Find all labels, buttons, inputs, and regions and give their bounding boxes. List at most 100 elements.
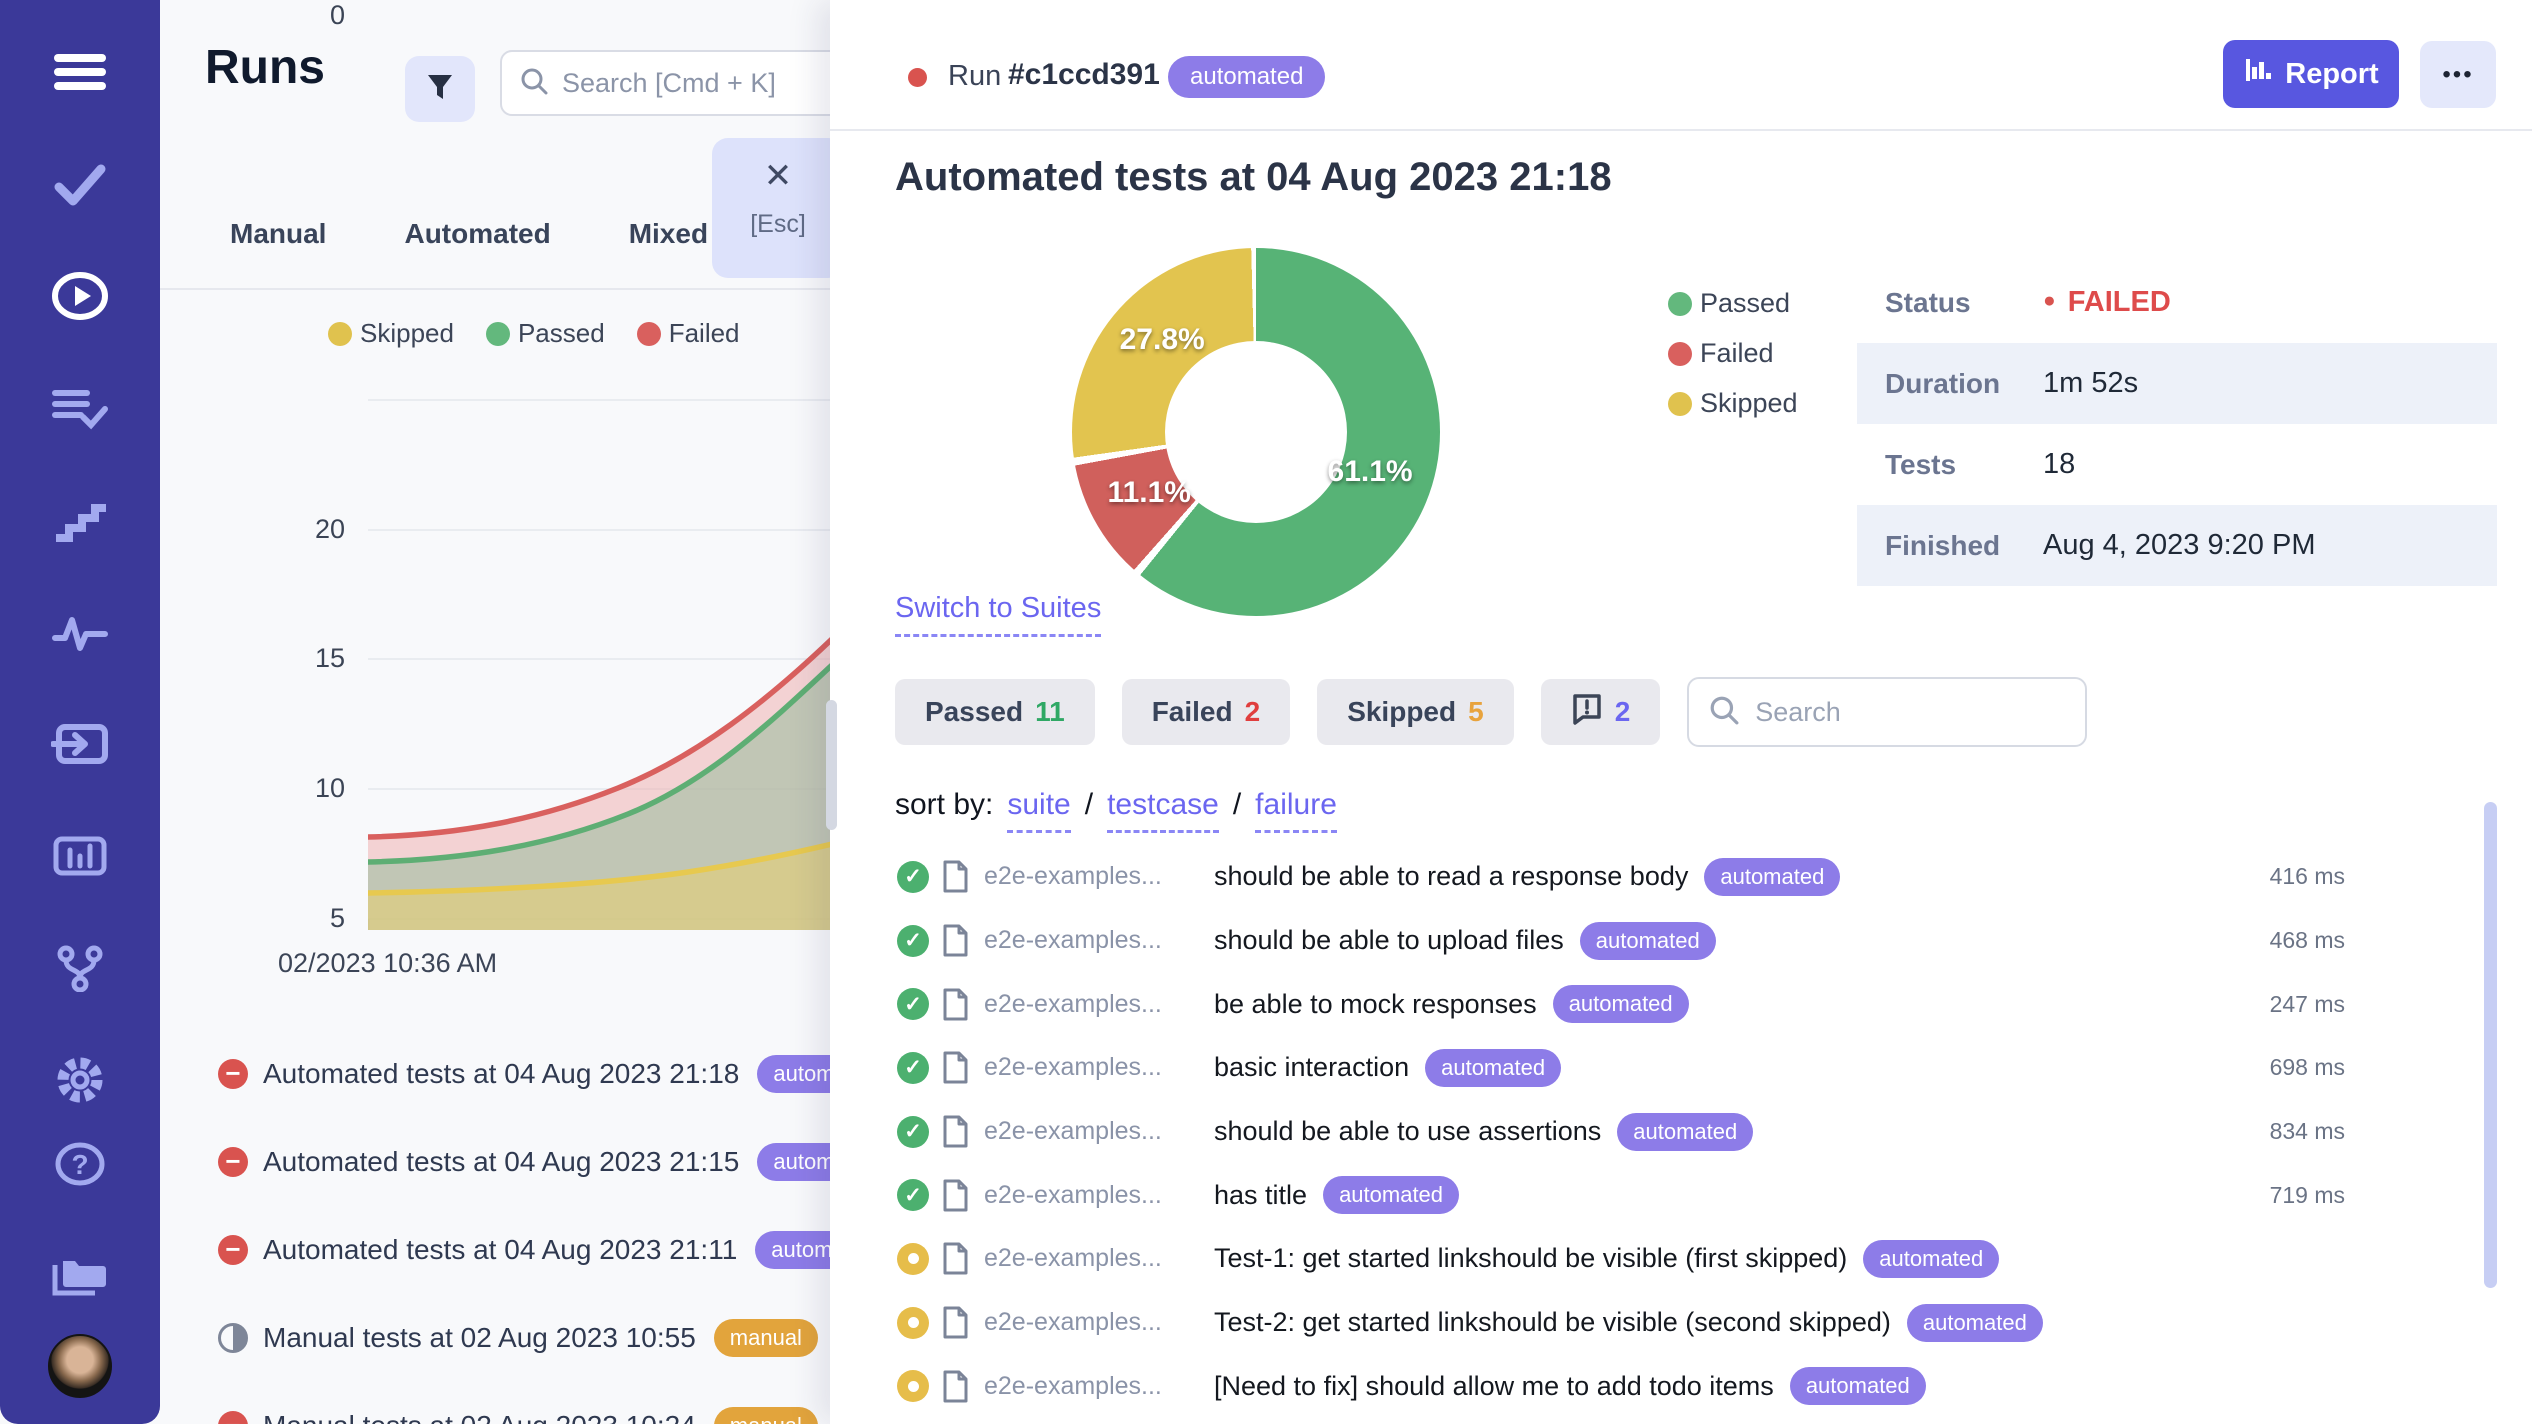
play-circle-icon[interactable]	[48, 264, 112, 328]
test-case-name: should be able to read a response body	[1214, 861, 1688, 892]
stat-label: Status	[1885, 287, 2043, 319]
switch-to-suites-link[interactable]: Switch to Suites	[895, 592, 1101, 637]
steps-icon[interactable]	[48, 488, 112, 552]
test-case-row[interactable]: e2e-examples... basic interaction automa…	[880, 1036, 2345, 1100]
file-icon	[942, 1370, 969, 1403]
runs-panel-scrollbar[interactable]	[826, 700, 837, 830]
user-avatar[interactable]	[48, 1334, 112, 1398]
test-type-badge: automated	[1704, 858, 1840, 896]
stat-row: Tests 18	[1857, 424, 2497, 505]
legend-item: Failed	[637, 318, 740, 349]
run-list-item[interactable]: Manual tests at 02 Aug 2023 10:24 manual	[160, 1382, 850, 1424]
run-type-badge: manual	[714, 1407, 818, 1424]
test-case-row[interactable]: e2e-examples... should be able to upload…	[880, 909, 2345, 973]
activity-icon[interactable]	[48, 600, 112, 664]
run-list-item[interactable]: Automated tests at 04 Aug 2023 21:18 aut…	[160, 1030, 850, 1118]
detail-scrollbar[interactable]	[2484, 802, 2497, 1288]
test-suite-name: e2e-examples...	[984, 1181, 1196, 1210]
report-chart-icon	[2243, 55, 2273, 93]
test-suite-name: e2e-examples...	[984, 1308, 1196, 1337]
legend-item: Passed	[1668, 288, 1798, 319]
test-type-badge: automated	[1907, 1304, 2043, 1342]
test-suite-name: e2e-examples...	[984, 990, 1196, 1019]
y-tick: 20	[285, 514, 345, 545]
sort-by-suite-link[interactable]: suite	[1007, 788, 1070, 833]
test-case-row[interactable]: e2e-examples... Test-2: get started link…	[880, 1291, 2345, 1355]
runs-search-input[interactable]	[562, 68, 850, 99]
run-status-icon	[218, 1059, 248, 1089]
run-detail-panel: Run #c1ccd391 automated Report ••• Autom…	[830, 0, 2532, 1424]
legend-dot	[1668, 342, 1692, 366]
file-icon	[942, 1115, 969, 1148]
test-case-row[interactable]: e2e-examples... has title automated 719 …	[880, 1163, 2345, 1227]
sidebar-nav: ?	[0, 0, 160, 1424]
tests-search-input[interactable]	[1755, 697, 2065, 728]
test-duration: 834 ms	[2270, 1118, 2345, 1145]
report-button[interactable]: Report	[2223, 40, 2399, 108]
test-case-row[interactable]: e2e-examples... be able to mock response…	[880, 972, 2345, 1036]
run-id: #c1ccd391	[1008, 58, 1160, 92]
test-type-badge: automated	[1323, 1176, 1459, 1214]
donut-passed-pct: 61.1%	[1328, 455, 1413, 489]
file-icon	[942, 1051, 969, 1084]
run-list-item[interactable]: Manual tests at 02 Aug 2023 10:55 manual	[160, 1294, 850, 1382]
git-branch-icon[interactable]	[48, 936, 112, 1000]
runs-tab[interactable]: Mixed	[629, 218, 708, 250]
status-filter-button[interactable]: Skipped 5	[1317, 679, 1514, 745]
test-case-row[interactable]: e2e-examples... should be able to use as…	[880, 1100, 2345, 1164]
test-filter-row: Passed 11 Failed 2 Skipped 5	[895, 677, 2087, 747]
stat-label: Duration	[1885, 368, 2043, 400]
legend-item: Passed	[486, 318, 605, 349]
menu-icon[interactable]	[48, 40, 112, 104]
run-title: Automated tests at 04 Aug 2023 21:15	[263, 1146, 739, 1178]
stat-value: 1m 52s	[2043, 367, 2138, 400]
y-tick: 5	[285, 903, 345, 934]
filter-button[interactable]	[405, 56, 475, 122]
status-filter-button[interactable]: Passed 11	[895, 679, 1095, 745]
status-filter-button[interactable]: Failed 2	[1122, 679, 1291, 745]
run-list-item[interactable]: Automated tests at 04 Aug 2023 21:15 aut…	[160, 1118, 850, 1206]
stat-label: Finished	[1885, 530, 2043, 562]
test-case-row[interactable]: e2e-examples... [Need to fix] should all…	[880, 1355, 2345, 1419]
sort-by-label: sort by:	[895, 788, 993, 822]
y-tick: 15	[285, 643, 345, 674]
run-status-icon	[218, 1235, 248, 1265]
close-search-popup[interactable]: ✕ [Esc]	[712, 138, 844, 278]
test-suite-name: e2e-examples...	[984, 1244, 1196, 1273]
check-icon[interactable]	[48, 152, 112, 216]
test-status-icon	[897, 861, 929, 893]
help-icon[interactable]: ?	[48, 1132, 112, 1196]
test-case-row[interactable]: e2e-examples... Test-1: get started link…	[880, 1227, 2345, 1291]
list-check-icon[interactable]	[48, 376, 112, 440]
import-icon[interactable]	[48, 712, 112, 776]
legend-dot	[1668, 292, 1692, 316]
filter-count: 5	[1468, 696, 1484, 728]
runs-tab[interactable]: Automated	[404, 218, 550, 250]
close-icon[interactable]: ✕	[764, 156, 793, 196]
more-actions-button[interactable]: •••	[2420, 41, 2496, 108]
sort-by-failure-link[interactable]: failure	[1255, 788, 1337, 833]
runs-tab[interactable]: Manual	[230, 218, 326, 250]
file-icon	[942, 924, 969, 957]
bar-chart-box-icon[interactable]	[48, 824, 112, 888]
run-status-icon	[218, 1323, 248, 1353]
run-type-badge: automated	[1168, 56, 1325, 98]
gear-icon[interactable]	[48, 1048, 112, 1112]
run-list-item[interactable]: Automated tests at 04 Aug 2023 21:11 aut…	[160, 1206, 850, 1294]
test-duration: 416 ms	[2270, 863, 2345, 890]
legend-item: Skipped	[328, 318, 454, 349]
stat-value: 18	[2043, 448, 2075, 481]
test-type-badge: automated	[1790, 1367, 1926, 1405]
test-case-name: [Need to fix] should allow me to add tod…	[1214, 1371, 1774, 1402]
sort-by-testcase-link[interactable]: testcase	[1107, 788, 1219, 833]
test-suite-name: e2e-examples...	[984, 926, 1196, 955]
comments-filter-button[interactable]: 2	[1541, 679, 1661, 745]
page-title: Runs	[205, 40, 325, 95]
y-tick: 10	[285, 773, 345, 804]
test-status-icon	[897, 1116, 929, 1148]
legend-label: Skipped	[1700, 388, 1798, 419]
test-status-icon	[897, 1179, 929, 1211]
folders-icon[interactable]	[48, 1244, 112, 1308]
detail-header: Run #c1ccd391 automated Report •••	[830, 0, 2532, 131]
test-case-row[interactable]: e2e-examples... should be able to read a…	[880, 845, 2345, 909]
